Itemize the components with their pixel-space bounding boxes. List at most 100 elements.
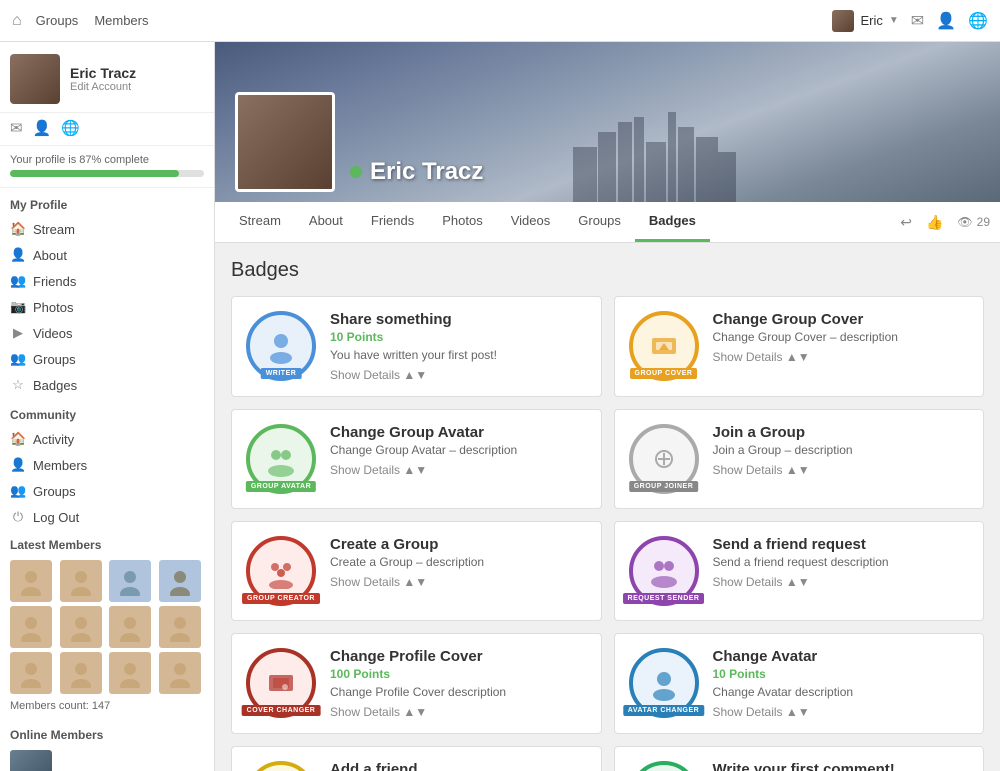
tab-friends[interactable]: Friends <box>357 202 428 242</box>
badge-card-create-group: GROUP CREATOR Create a Group Create a Gr… <box>231 521 602 621</box>
badge-show-details-join-group[interactable]: Show Details ▲▼ <box>713 463 970 477</box>
nav-groups-link[interactable]: Groups <box>36 13 79 28</box>
badge-desc-join-group: Join a Group – description <box>713 443 970 457</box>
badge-info-share: Share something 10 Points You have writt… <box>330 311 587 382</box>
sidebar-item-community-groups[interactable]: 👥 Groups <box>0 478 214 504</box>
like-icon[interactable]: 👍 <box>926 214 943 231</box>
top-nav-user[interactable]: Eric ▼ <box>832 10 898 32</box>
email-icon[interactable]: ✉ <box>911 11 924 31</box>
tab-videos[interactable]: Videos <box>497 202 565 242</box>
badge-show-details-friend-request[interactable]: Show Details ▲▼ <box>713 575 970 589</box>
badge-desc-friend-request: Send a friend request description <box>713 555 970 569</box>
sidebar-item-members[interactable]: 👤 Members <box>0 452 214 478</box>
tab-actions: ↩ 👍 👁 29 <box>900 214 990 231</box>
badge-show-details-profile-cover[interactable]: Show Details ▲▼ <box>330 705 587 719</box>
sidebar-item-logout[interactable]: ⏻ Log Out <box>0 504 214 530</box>
progress-bar-fill <box>10 170 179 177</box>
tab-badges[interactable]: Badges <box>635 202 710 242</box>
badge-info-join-group: Join a Group Join a Group – description … <box>713 424 970 477</box>
member-thumb-5[interactable] <box>10 606 52 648</box>
top-nav-links: Groups Members <box>36 13 833 28</box>
member-thumb-12[interactable] <box>159 652 201 694</box>
member-thumb-6[interactable] <box>60 606 102 648</box>
sidebar-email-icon[interactable]: ✉ <box>10 119 23 137</box>
badge-icon-join-group: GROUP JOINER <box>629 424 699 494</box>
sidebar-person-icon[interactable]: 👤 <box>33 119 52 137</box>
top-nav-right: Eric ▼ ✉ 👤 🌐 <box>832 10 988 32</box>
sidebar-item-videos[interactable]: ▶ Videos <box>0 320 214 346</box>
eye-icon: 👁 <box>957 215 972 229</box>
member-thumb-8[interactable] <box>159 606 201 648</box>
badge-points-profile-cover: 100 Points <box>330 667 587 681</box>
badge-card-change-group-cover: GROUP COVER Change Group Cover Change Gr… <box>614 296 985 397</box>
profile-name: Eric Tracz <box>370 158 483 186</box>
chevron-down-icon: ▼ <box>889 15 899 26</box>
online-status-dot <box>350 166 362 178</box>
progress-label: Your profile is 87% complete <box>10 154 204 166</box>
sidebar-globe-icon[interactable]: 🌐 <box>61 119 80 137</box>
badge-svg-share <box>263 328 299 364</box>
edit-account-link[interactable]: Edit Account <box>70 81 136 93</box>
sidebar-user-info: Eric Tracz Edit Account <box>70 65 136 93</box>
sidebar-groups-label: Groups <box>33 352 76 367</box>
badge-show-details-group-cover[interactable]: Show Details ▲▼ <box>713 350 970 364</box>
badge-icon-group-cover: GROUP COVER <box>629 311 699 381</box>
badge-info-change-avatar: Change Avatar 10 Points Change Avatar de… <box>713 648 970 719</box>
badge-ribbon-change-avatar: AVATAR CHANGER <box>623 705 704 716</box>
member-grid <box>10 560 204 694</box>
tab-groups[interactable]: Groups <box>564 202 635 242</box>
sidebar-item-photos[interactable]: 📷 Photos <box>0 294 214 320</box>
badge-name-first-comment: Write your first comment! <box>713 761 970 771</box>
nav-members-link[interactable]: Members <box>94 13 148 28</box>
member-thumb-1[interactable] <box>10 560 52 602</box>
tab-stream[interactable]: Stream <box>225 202 295 242</box>
sidebar: Eric Tracz Edit Account ✉ 👤 🌐 Your profi… <box>0 42 215 771</box>
top-nav-username: Eric <box>860 13 882 28</box>
profile-thumb-image <box>238 95 332 189</box>
member-thumb-11[interactable] <box>109 652 151 694</box>
person-icon[interactable]: 👤 <box>936 11 956 31</box>
cover-silhouette <box>518 112 818 202</box>
layout: Eric Tracz Edit Account ✉ 👤 🌐 Your profi… <box>0 42 1000 771</box>
badge-show-details-change-avatar[interactable]: Show Details ▲▼ <box>713 705 970 719</box>
sidebar-activity-label: Activity <box>33 432 74 447</box>
sidebar-item-badges[interactable]: ☆ Badges <box>0 372 214 398</box>
tab-about[interactable]: About <box>295 202 357 242</box>
member-thumb-7[interactable] <box>109 606 151 648</box>
member-thumb-10[interactable] <box>60 652 102 694</box>
share-icon[interactable]: ↩ <box>900 214 912 231</box>
member-thumb-9[interactable] <box>10 652 52 694</box>
badge-icon-profile-cover: COVER CHANGER <box>246 648 316 718</box>
badges-content: Badges WRITER Share something 10 Points <box>215 243 1000 771</box>
sidebar-item-friends[interactable]: 👥 Friends <box>0 268 214 294</box>
sidebar-item-about[interactable]: 👤 About <box>0 242 214 268</box>
badge-svg-friend-request <box>646 553 682 589</box>
sidebar-item-groups[interactable]: 👥 Groups <box>0 346 214 372</box>
online-member-avatar[interactable] <box>10 750 52 771</box>
badge-show-details-create-group[interactable]: Show Details ▲▼ <box>330 575 587 589</box>
online-members-section: Online Members Members count: 147 <box>0 720 214 771</box>
member-thumb-3[interactable] <box>109 560 151 602</box>
badge-desc-create-group: Create a Group – description <box>330 555 587 569</box>
member-thumb-4[interactable] <box>159 560 201 602</box>
badge-svg-profile-cover <box>263 665 299 701</box>
member-thumb-2[interactable] <box>60 560 102 602</box>
badge-info-group-avatar: Change Group Avatar Change Group Avatar … <box>330 424 587 477</box>
friends-icon: 👥 <box>10 273 26 289</box>
sidebar-photos-label: Photos <box>33 300 73 315</box>
stream-icon: 🏠 <box>10 221 26 237</box>
sidebar-item-activity[interactable]: 🏠 Activity <box>0 426 214 452</box>
badge-ribbon-friend-request: REQUEST SENDER <box>623 593 705 604</box>
badge-show-details-share[interactable]: Show Details ▲▼ <box>330 368 587 382</box>
home-icon[interactable]: ⌂ <box>12 12 22 30</box>
badge-show-details-group-avatar[interactable]: Show Details ▲▼ <box>330 463 587 477</box>
badge-svg-create-group <box>263 553 299 589</box>
logout-icon: ⏻ <box>10 509 26 525</box>
members-count-label: Members count: 147 <box>10 700 204 712</box>
globe-icon[interactable]: 🌐 <box>968 11 988 31</box>
sidebar-videos-label: Videos <box>33 326 73 341</box>
badge-icon-friend-request: REQUEST SENDER <box>629 536 699 606</box>
sidebar-item-stream[interactable]: 🏠 Stream <box>0 216 214 242</box>
members-icon: 👤 <box>10 457 26 473</box>
tab-photos[interactable]: Photos <box>428 202 496 242</box>
